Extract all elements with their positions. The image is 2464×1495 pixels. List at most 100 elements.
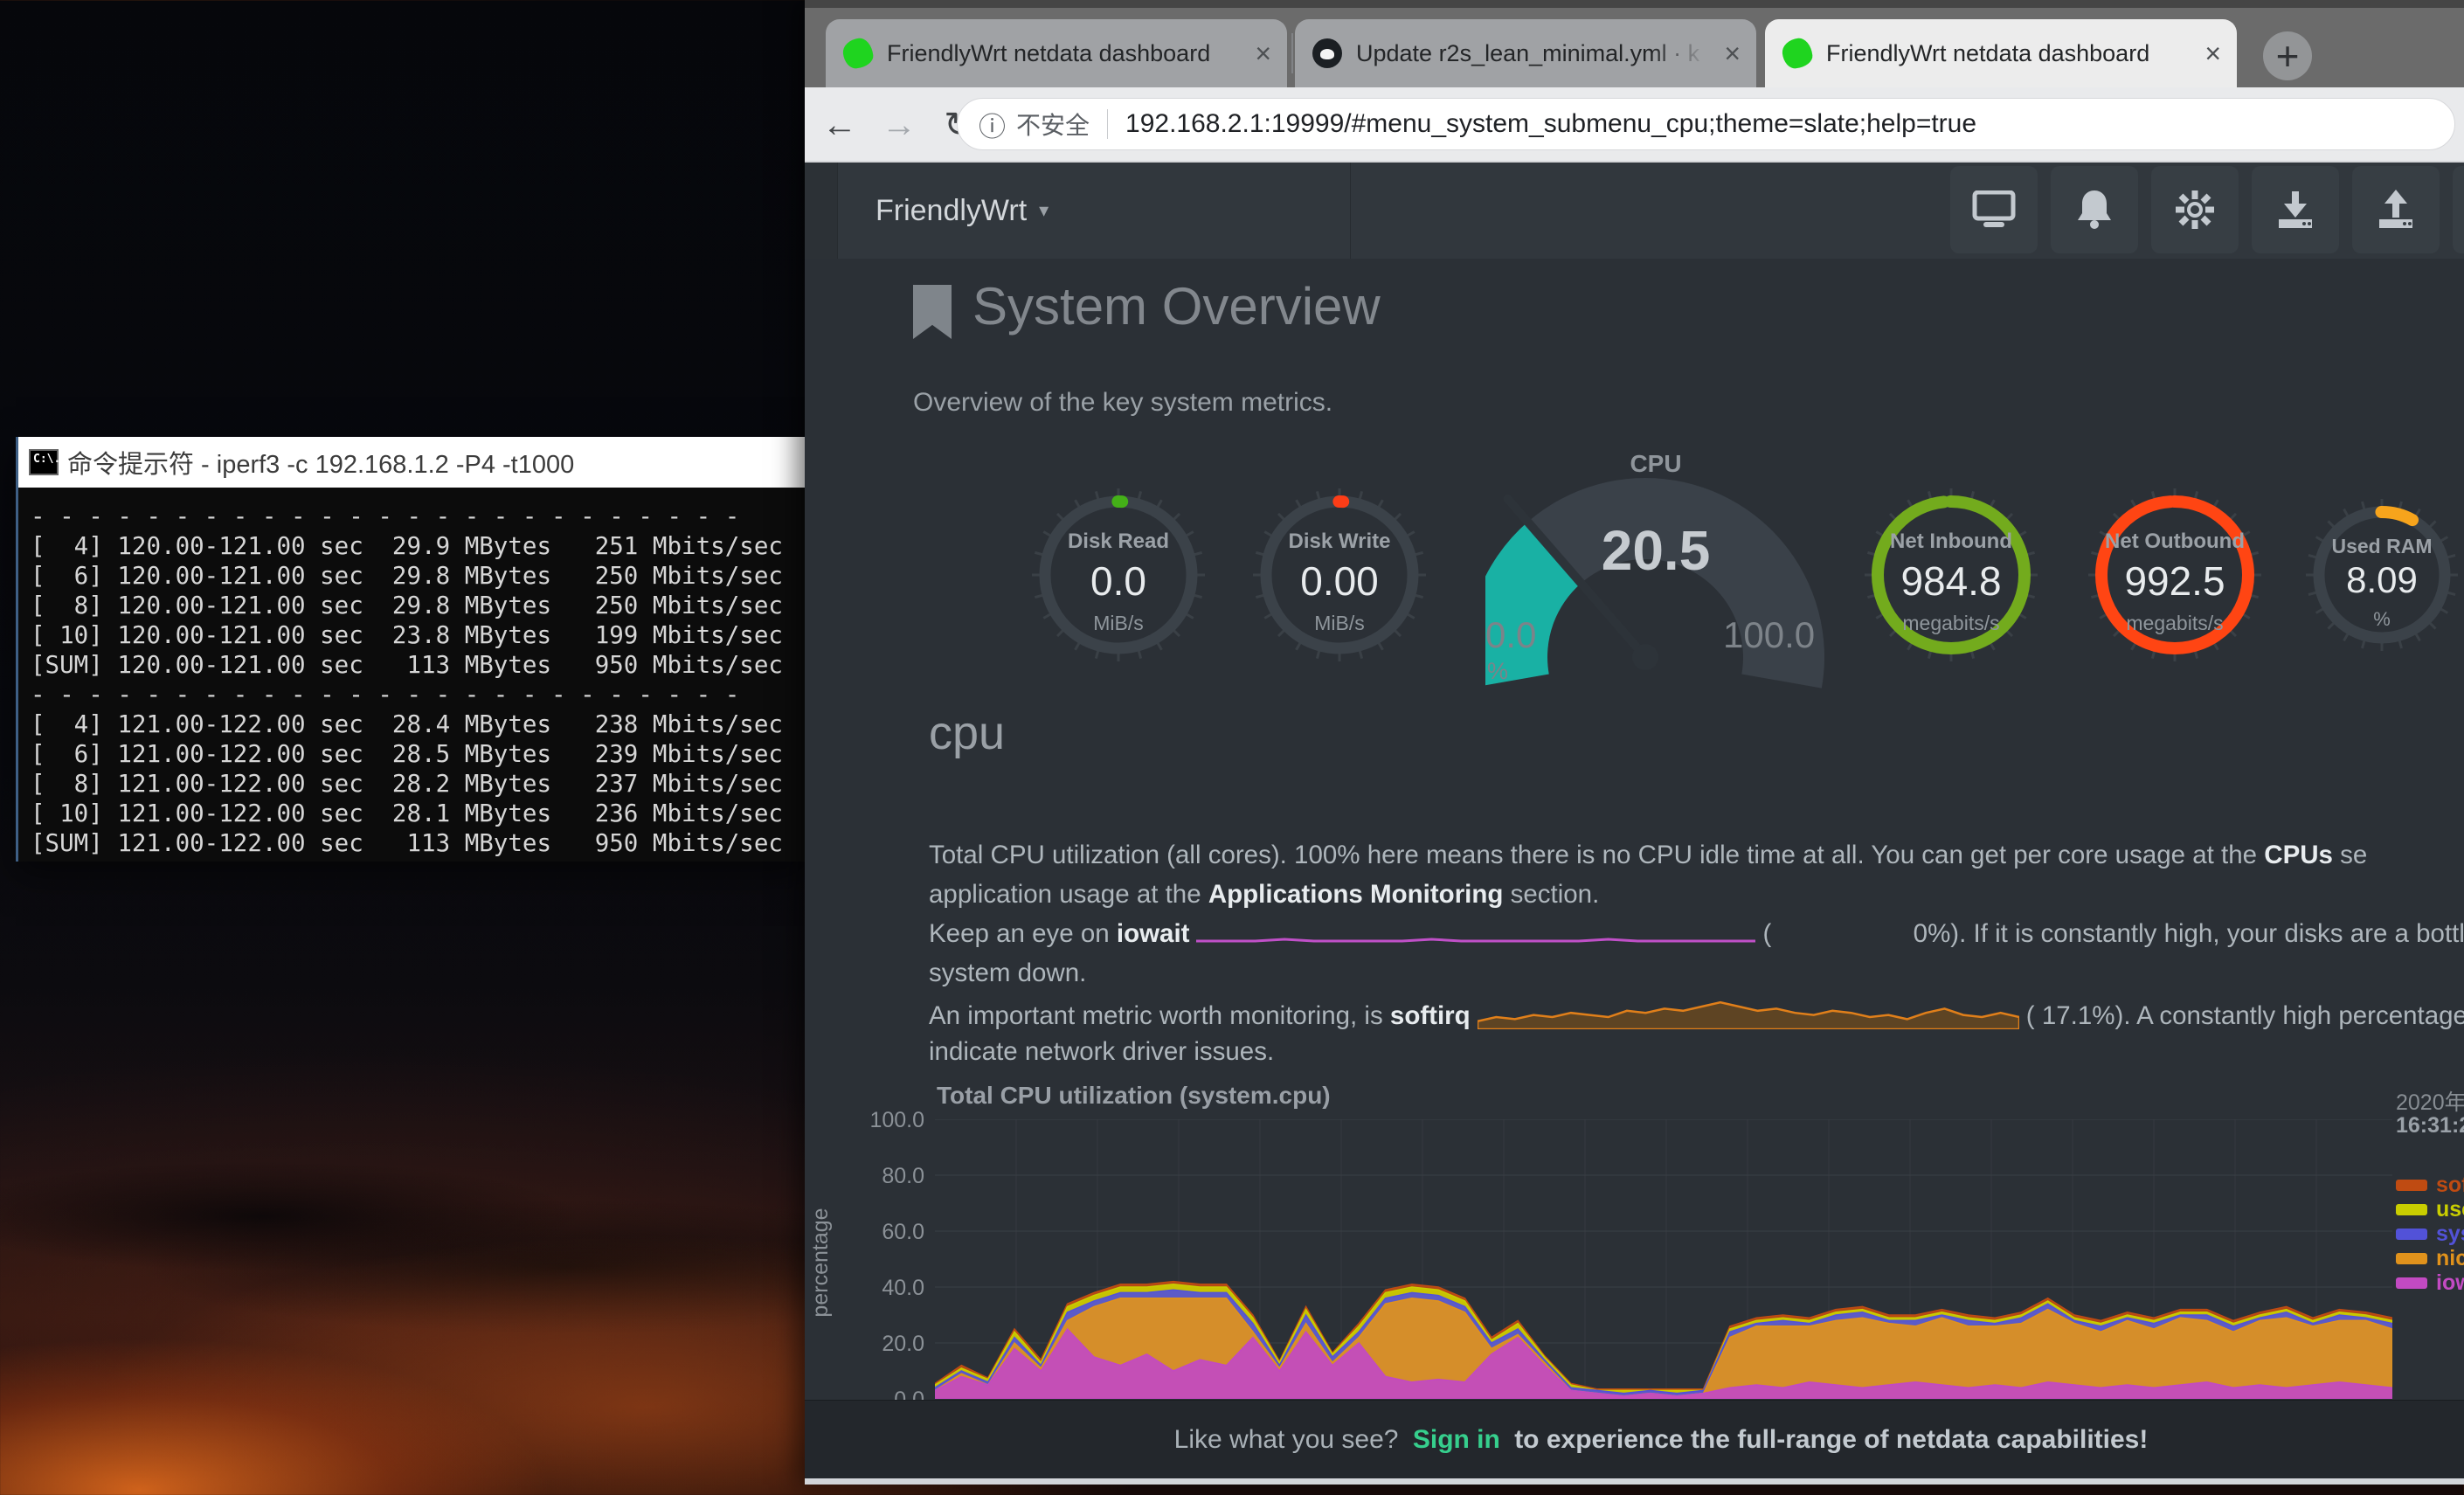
y-tick: 80.0 <box>828 1164 924 1189</box>
paragraph-line: application usage at the Applications Mo… <box>929 880 1599 910</box>
gauge-unit: MiB/s <box>1029 612 1208 635</box>
host-dropdown[interactable]: FriendlyWrt ▾ <box>876 163 1049 259</box>
softirq-label: softirq <box>1390 1001 1471 1030</box>
gauge-net-inbound[interactable]: Net Inbound 984.8 megabits/s <box>1862 486 2040 722</box>
url-text[interactable]: 192.168.2.1:19999/#menu_system_submenu_c… <box>1125 109 1976 139</box>
gauge-unit: megabits/s <box>1862 612 2040 635</box>
chart-timestamp-date: 2020年3 <box>2396 1085 2464 1117</box>
legend-item-softirq[interactable]: softirq <box>2396 1173 2464 1198</box>
tab-title: Update r2s_lean_minimal.yml · k <box>1356 40 1715 67</box>
gauge-value: 984.8 <box>1862 557 2040 605</box>
paragraph-line: An important metric worth monitoring, is… <box>929 998 2464 1031</box>
omnibox-divider <box>1107 109 1108 139</box>
gauge-unit: % <box>2303 608 2461 631</box>
text: ). A constantly high percentage <box>2115 1001 2464 1030</box>
github-favicon <box>1312 38 1342 68</box>
text: application usage at the <box>929 880 1208 909</box>
text: ). If it is constantly high, your disks … <box>1950 919 2464 948</box>
import-snapshot-button[interactable] <box>2252 166 2339 253</box>
iowait-value: 0% <box>1771 919 1950 949</box>
alarms-button[interactable] <box>2051 166 2138 253</box>
paragraph-line: Keep an eye on iowait(0%). If it is cons… <box>929 919 2464 949</box>
window-frame-edge <box>805 0 2464 8</box>
legend-swatch <box>2396 1277 2427 1289</box>
legend-label: softirq <box>2436 1173 2464 1198</box>
gauge-min: 0.0 <box>1485 614 1536 656</box>
terminal-line: [ 8] 121.00-122.00 sec 28.2 MBytes 237 M… <box>31 769 806 799</box>
signin-banner: Like what you see? Sign in to experience… <box>805 1400 2464 1478</box>
help-button-partial[interactable] <box>2453 166 2464 253</box>
gauge-value: 0.00 <box>1250 557 1429 605</box>
address-bar[interactable]: ⓘ 不安全 192.168.2.1:19999/#menu_system_sub… <box>957 98 2455 150</box>
legend-item-user[interactable]: user <box>2396 1197 2464 1222</box>
sign-in-link[interactable]: Sign in <box>1413 1425 1500 1454</box>
terminal-line: [ 6] 121.00-122.00 sec 28.5 MBytes 239 M… <box>31 739 806 769</box>
site-info-icon[interactable]: ⓘ <box>979 105 1006 144</box>
terminal-line: [ 4] 121.00-122.00 sec 28.4 MBytes 238 M… <box>31 709 806 739</box>
text: to experience the full-range of netdata … <box>1514 1425 2148 1454</box>
browser-window-bottom-edge <box>805 1478 2464 1485</box>
terminal-titlebar[interactable]: C:\. 命令提示符 - iperf3 -c 192.168.1.2 -P4 -… <box>18 437 806 488</box>
legend-swatch <box>2396 1229 2427 1240</box>
page-title: System Overview <box>972 280 1381 334</box>
gauge-value: 8.09 <box>2303 559 2461 601</box>
export-snapshot-button[interactable] <box>2352 166 2440 253</box>
download-icon <box>2275 190 2315 230</box>
tab-netdata-1[interactable]: FriendlyWrt netdata dashboard × <box>826 19 1287 87</box>
softirq-sparkline <box>1478 998 2019 1029</box>
y-tick: 20.0 <box>828 1332 924 1357</box>
legend-item-nice[interactable]: nice <box>2396 1246 2464 1271</box>
nodes-view-button[interactable] <box>1950 166 2038 253</box>
paragraph-line: Total CPU utilization (all cores). 100% … <box>929 841 2367 870</box>
gauge-disk-read[interactable]: Disk Read 0.0 MiB/s <box>1029 486 1208 722</box>
y-tick: 100.0 <box>828 1108 924 1133</box>
applications-monitoring-link[interactable]: Applications Monitoring <box>1208 880 1504 909</box>
legend-item-system[interactable]: system <box>2396 1222 2464 1247</box>
cpus-link[interactable]: CPUs <box>2264 841 2333 869</box>
text: section. <box>1503 880 1599 909</box>
terminal-line: [SUM] 120.00-121.00 sec 113 MBytes 950 M… <box>31 650 806 680</box>
forward-button[interactable]: → <box>876 103 922 149</box>
back-button[interactable]: ← <box>817 103 862 149</box>
gauge-value: 0.0 <box>1029 557 1208 605</box>
tab-title: FriendlyWrt netdata dashboard <box>1826 40 2196 67</box>
signin-text: Like what you see? Sign in to experience… <box>1174 1425 2149 1455</box>
gauge-label: CPU <box>1485 450 1826 478</box>
tab-close-icon[interactable]: × <box>2204 39 2221 67</box>
gauge-label: Disk Read <box>1029 529 1208 554</box>
settings-button[interactable] <box>2151 166 2239 253</box>
netdata-header: FriendlyWrt ▾ <box>805 163 2464 259</box>
paragraph-line: indicate network driver issues. <box>929 1037 1274 1067</box>
gauge-net-outbound[interactable]: Net Outbound 992.5 megabits/s <box>2086 486 2264 722</box>
chart-timestamp-time: 16:31:2 <box>2396 1113 2464 1139</box>
header-left-column <box>805 163 838 259</box>
legend-label: iowait <box>2436 1270 2464 1296</box>
terminal-line: [ 8] 120.00-121.00 sec 29.8 MBytes 250 M… <box>31 591 806 620</box>
text: ( <box>1762 919 1771 948</box>
tab-separator <box>1291 33 1293 73</box>
gauge-used-ram[interactable]: Used RAM 8.09 % <box>2303 496 2461 706</box>
gauge-max: 100.0 <box>1723 614 1815 656</box>
tab-close-icon[interactable]: × <box>1724 39 1741 67</box>
iowait-label: iowait <box>1117 919 1190 948</box>
gauge-label: Net Inbound <box>1862 529 2040 554</box>
new-tab-button[interactable]: + <box>2263 31 2312 80</box>
gauge-cpu[interactable]: CPU 20.5 0.0 100.0 % <box>1485 450 1826 703</box>
security-label: 不安全 <box>1016 107 1090 142</box>
page-subtitle: Overview of the key system metrics. <box>913 388 1332 418</box>
tab-github[interactable]: Update r2s_lean_minimal.yml · k × <box>1295 19 1756 87</box>
gauge-unit: MiB/s <box>1250 612 1429 635</box>
legend-item-iowait[interactable]: iowait <box>2396 1270 2464 1296</box>
cpu-utilization-chart[interactable] <box>935 1119 2392 1399</box>
tab-netdata-2-active[interactable]: FriendlyWrt netdata dashboard × <box>1765 19 2237 87</box>
legend-label: nice <box>2436 1246 2464 1271</box>
tab-close-icon[interactable]: × <box>1255 39 1271 67</box>
y-tick: 40.0 <box>828 1276 924 1301</box>
legend-label: user <box>2436 1197 2464 1222</box>
terminal-line: - - - - - - - - - - - - - - - - - - - - … <box>31 502 806 531</box>
text: Like what you see? <box>1174 1425 1399 1454</box>
terminal-output: - - - - - - - - - - - - - - - - - - - - … <box>18 488 806 862</box>
terminal-title: 命令提示符 - iperf3 -c 192.168.1.2 -P4 -t1000 <box>67 444 574 481</box>
paragraph-line: system down. <box>929 959 1086 988</box>
gauge-disk-write[interactable]: Disk Write 0.00 MiB/s <box>1250 486 1429 722</box>
